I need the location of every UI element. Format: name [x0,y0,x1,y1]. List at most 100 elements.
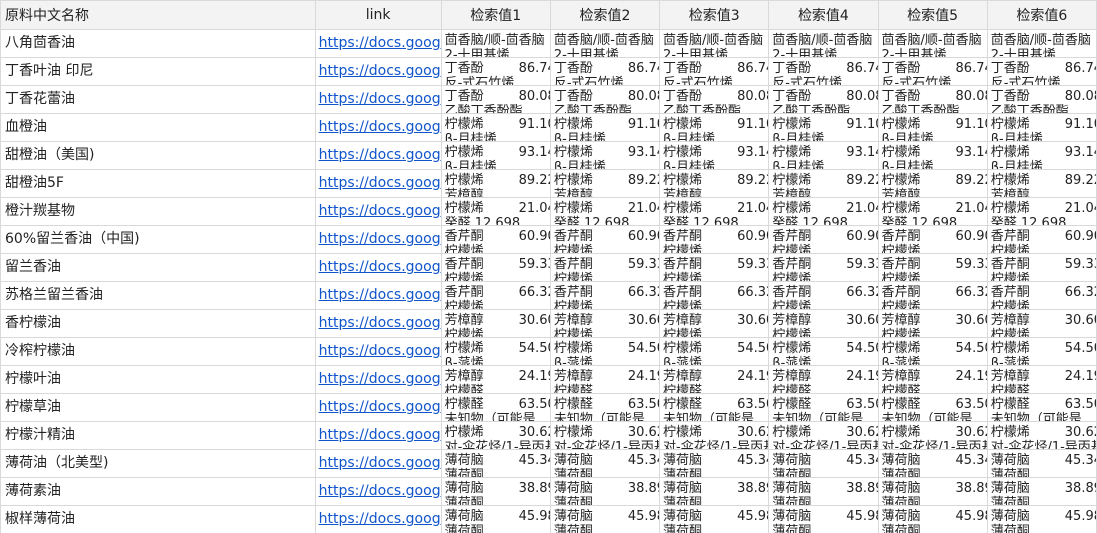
cell-value-1[interactable]: 芳樟醇 30.60 柠檬烯 [440,309,551,338]
cell-value-4[interactable]: 丁香酚 86.74 反-式石竹烯 [768,57,879,86]
cell-value-1[interactable]: 薄荷脑 45.98 薄荷酮 [440,505,551,533]
cell-link[interactable]: https://docs.goog [314,113,442,142]
doc-link[interactable]: https://docs.goog [319,287,440,303]
cell-ingredient-name[interactable]: 柠檬叶油 [0,365,316,394]
cell-link[interactable]: https://docs.goog [314,57,442,86]
cell-ingredient-name[interactable]: 八角茴香油 [0,29,316,58]
cell-value-3[interactable]: 香芹酮 66.32 柠檬烯 [659,281,770,310]
cell-link[interactable]: https://docs.goog [314,421,442,450]
doc-link[interactable]: https://docs.goog [319,147,440,163]
cell-value-6[interactable]: 香芹酮 60.90 柠檬烯 [986,225,1097,254]
cell-value-5[interactable]: 柠檬烯 93.14 β-月桂烯 [877,141,988,170]
header-value-6[interactable]: 检索值6 [986,0,1097,30]
cell-value-6[interactable]: 柠檬烯 91.10 β-月桂烯 [986,113,1097,142]
doc-link[interactable]: https://docs.goog [319,455,440,471]
cell-value-3[interactable]: 薄荷脑 38.89 薄荷酮 [659,477,770,506]
cell-value-2[interactable]: 柠檬烯 93.14 β-月桂烯 [549,141,661,170]
cell-value-6[interactable]: 茴香脑/顺-茴香脑 2-十甲基烯 [986,29,1097,58]
cell-value-3[interactable]: 柠檬烯 30.62对-伞花烃/1-异丙基 [659,421,770,450]
cell-link[interactable]: https://docs.goog [314,225,442,254]
cell-value-1[interactable]: 丁香酚 80.08乙酸丁香酚酯 [440,85,551,114]
cell-value-2[interactable]: 柠檬烯 54.50 β-蒎烯 [549,337,661,366]
cell-value-4[interactable]: 芳樟醇 24.19 柠檬醛 [768,365,879,394]
cell-value-5[interactable]: 茴香脑/顺-茴香脑 2-十甲基烯 [877,29,988,58]
cell-value-4[interactable]: 香芹酮 66.32 柠檬烯 [768,281,879,310]
cell-link[interactable]: https://docs.goog [314,309,442,338]
cell-link[interactable]: https://docs.goog [314,449,442,478]
cell-value-3[interactable]: 柠檬烯 93.14 β-月桂烯 [659,141,770,170]
cell-value-2[interactable]: 香芹酮 60.90 柠檬烯 [549,225,661,254]
cell-value-1[interactable]: 柠檬烯 21.04癸醛 12.698 [440,197,551,226]
cell-value-4[interactable]: 芳樟醇 30.60 柠檬烯 [768,309,879,338]
cell-ingredient-name[interactable]: 留兰香油 [0,253,316,282]
cell-value-2[interactable]: 芳樟醇 30.60 柠檬烯 [549,309,661,338]
cell-value-1[interactable]: 香芹酮 59.33 柠檬烯 [440,253,551,282]
cell-value-4[interactable]: 柠檬烯 93.14 β-月桂烯 [768,141,879,170]
cell-ingredient-name[interactable]: 冷榨柠檬油 [0,337,316,366]
cell-value-5[interactable]: 柠檬烯 91.10 β-月桂烯 [877,113,988,142]
cell-value-4[interactable]: 香芹酮 60.90 柠檬烯 [768,225,879,254]
cell-value-3[interactable]: 芳樟醇 24.19 柠檬醛 [659,365,770,394]
cell-value-4[interactable]: 丁香酚 80.08乙酸丁香酚酯 [768,85,879,114]
cell-ingredient-name[interactable]: 苏格兰留兰香油 [0,281,316,310]
cell-value-1[interactable]: 薄荷脑 45.34 薄荷酮 [440,449,551,478]
cell-value-1[interactable]: 芳樟醇 24.19 柠檬醛 [440,365,551,394]
cell-value-2[interactable]: 柠檬烯 89.22 芳樟醇 [549,169,661,198]
cell-value-4[interactable]: 薄荷脑 38.89 薄荷酮 [768,477,879,506]
cell-value-3[interactable]: 柠檬烯 54.50 β-蒎烯 [659,337,770,366]
cell-value-4[interactable]: 茴香脑/顺-茴香脑 2-十甲基烯 [768,29,879,58]
cell-ingredient-name[interactable]: 薄荷素油 [0,477,316,506]
cell-value-6[interactable]: 丁香酚 80.08乙酸丁香酚酯 [986,85,1097,114]
header-value-2[interactable]: 检索值2 [549,0,661,30]
cell-link[interactable]: https://docs.goog [314,253,442,282]
cell-link[interactable]: https://docs.goog [314,141,442,170]
cell-link[interactable]: https://docs.goog [314,197,442,226]
doc-link[interactable]: https://docs.goog [319,511,440,527]
cell-value-2[interactable]: 柠檬烯 21.04癸醛 12.698 [549,197,661,226]
cell-ingredient-name[interactable]: 血橙油 [0,113,316,142]
cell-value-1[interactable]: 柠檬烯 89.22 芳樟醇 [440,169,551,198]
cell-ingredient-name[interactable]: 柠檬草油 [0,393,316,422]
cell-value-2[interactable]: 薄荷脑 45.34 薄荷酮 [549,449,661,478]
cell-value-3[interactable]: 柠檬烯 91.10 β-月桂烯 [659,113,770,142]
cell-value-3[interactable]: 丁香酚 86.74 反-式石竹烯 [659,57,770,86]
cell-value-3[interactable]: 丁香酚 80.08乙酸丁香酚酯 [659,85,770,114]
cell-ingredient-name[interactable]: 椒样薄荷油 [0,505,316,533]
cell-link[interactable]: https://docs.goog [314,477,442,506]
cell-value-2[interactable]: 柠檬醛 63.50未知物（可能是 [549,393,661,422]
cell-value-6[interactable]: 柠檬烯 21.04癸醛 12.698 [986,197,1097,226]
doc-link[interactable]: https://docs.goog [319,203,440,219]
cell-value-5[interactable]: 丁香酚 80.08乙酸丁香酚酯 [877,85,988,114]
cell-value-1[interactable]: 薄荷脑 38.89 薄荷酮 [440,477,551,506]
cell-value-6[interactable]: 柠檬烯 89.22 芳樟醇 [986,169,1097,198]
cell-value-4[interactable]: 柠檬烯 91.10 β-月桂烯 [768,113,879,142]
doc-link[interactable]: https://docs.goog [319,371,440,387]
cell-value-5[interactable]: 芳樟醇 24.19 柠檬醛 [877,365,988,394]
doc-link[interactable]: https://docs.goog [319,483,440,499]
cell-value-1[interactable]: 柠檬烯 93.14 β-月桂烯 [440,141,551,170]
cell-value-1[interactable]: 柠檬烯 91.10 β-月桂烯 [440,113,551,142]
cell-value-6[interactable]: 芳樟醇 24.19 柠檬醛 [986,365,1097,394]
cell-value-6[interactable]: 香芹酮 59.33 柠檬烯 [986,253,1097,282]
cell-value-2[interactable]: 柠檬烯 91.10 β-月桂烯 [549,113,661,142]
cell-value-6[interactable]: 柠檬烯 54.50 β-蒎烯 [986,337,1097,366]
doc-link[interactable]: https://docs.goog [319,91,440,107]
cell-ingredient-name[interactable]: 香柠檬油 [0,309,316,338]
cell-link[interactable]: https://docs.goog [314,169,442,198]
cell-value-2[interactable]: 茴香脑/顺-茴香脑 2-十甲基烯 [549,29,661,58]
header-value-1[interactable]: 检索值1 [440,0,551,30]
cell-value-4[interactable]: 薄荷脑 45.34 薄荷酮 [768,449,879,478]
cell-link[interactable]: https://docs.goog [314,29,442,58]
doc-link[interactable]: https://docs.goog [319,343,440,359]
cell-value-4[interactable]: 柠檬烯 21.04癸醛 12.698 [768,197,879,226]
cell-value-6[interactable]: 香芹酮 66.32 柠檬烯 [986,281,1097,310]
cell-value-5[interactable]: 薄荷脑 38.89 薄荷酮 [877,477,988,506]
cell-value-6[interactable]: 丁香酚 86.74反-式石竹烯 [986,57,1097,86]
cell-ingredient-name[interactable]: 甜橙油（美国) [0,141,316,170]
cell-value-3[interactable]: 柠檬烯 89.22 芳樟醇 [659,169,770,198]
cell-link[interactable]: https://docs.goog [314,505,442,533]
cell-value-2[interactable]: 香芹酮 59.33 柠檬烯 [549,253,661,282]
doc-link[interactable]: https://docs.goog [319,399,440,415]
doc-link[interactable]: https://docs.goog [319,119,440,135]
cell-value-1[interactable]: 柠檬烯 30.62对-伞花烃/1-异丙基 [440,421,551,450]
